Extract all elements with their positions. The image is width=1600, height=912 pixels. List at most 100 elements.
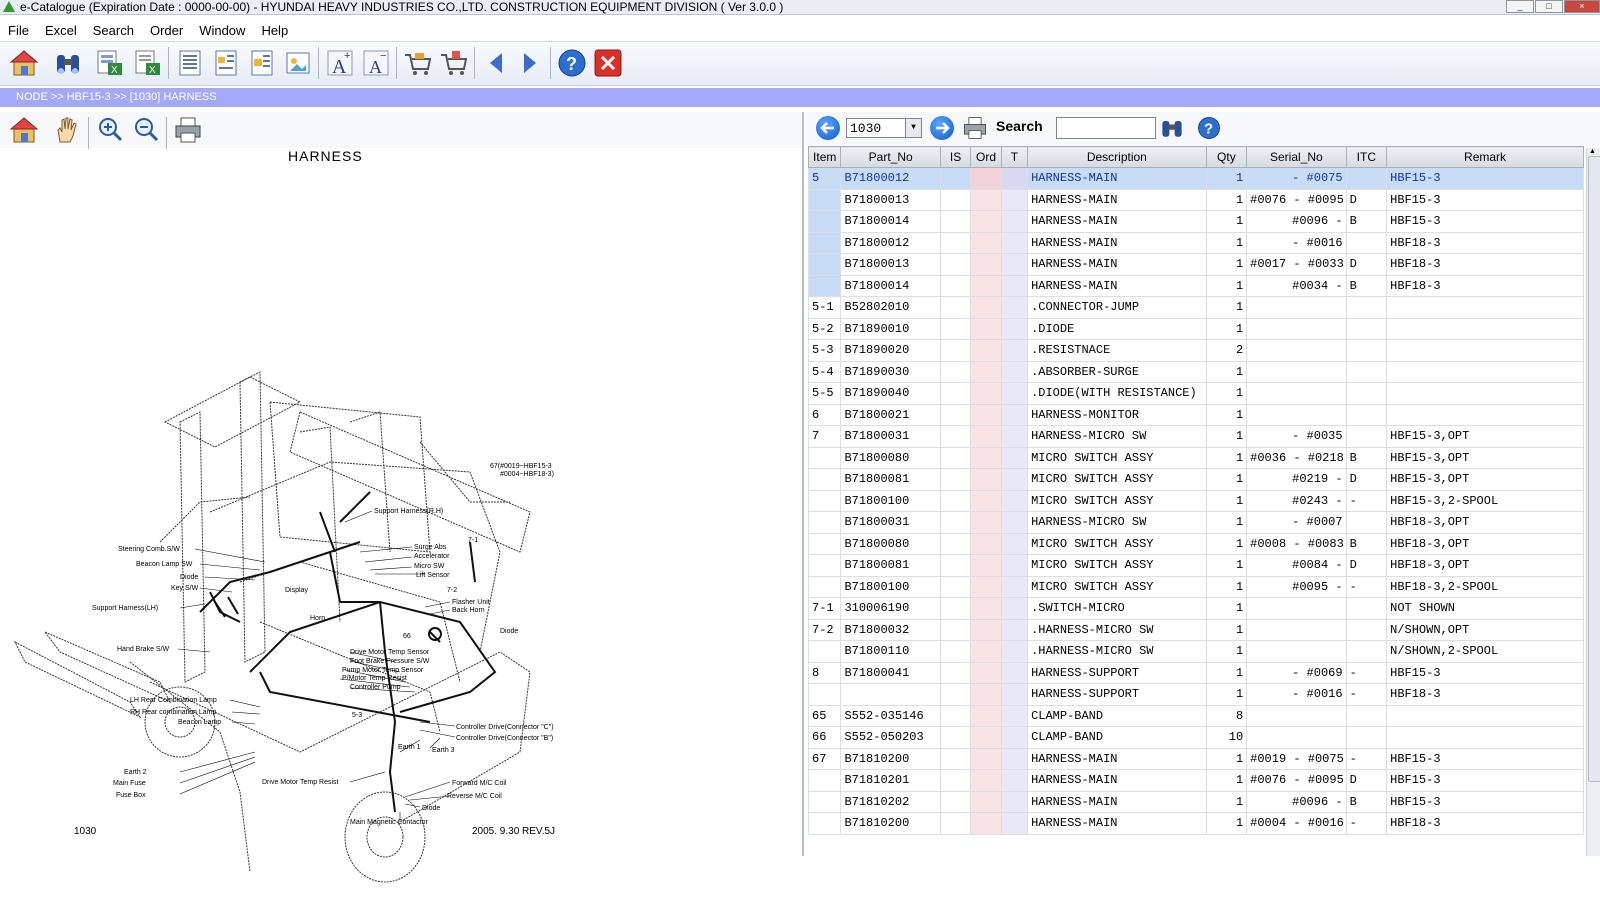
table-row[interactable]: 67 B71810200 HARNESS-MAIN 1 #0019 - #0075- HB… [807,747,1584,770]
cell-serial-no: #0243 - [1246,489,1347,512]
label-beacon-lamp: Beacon Lamp [178,719,221,726]
go-page-button[interactable] [930,116,954,140]
table-row[interactable]: B71800100 MICRO SWITCH ASSY 1 #0095 - - HBF1… [807,575,1584,598]
table-row[interactable]: 7 B71800031 HARNESS-MICRO SW 1- #0035 HBF15-… [807,425,1584,448]
maximize-button[interactable]: □ [1535,0,1563,13]
image-list2-icon[interactable] [246,47,278,79]
cell-serial-no: #0076 - #0095 [1246,769,1347,792]
help-icon[interactable]: ? [556,47,588,79]
table-row[interactable]: B71800100 MICRO SWITCH ASSY 1 #0243 - - HBF1… [807,489,1584,512]
chevron-down-icon[interactable]: ▼ [905,119,921,137]
cell-remark [1386,382,1584,405]
forward-arrow-icon[interactable] [514,47,546,79]
cart-add-icon[interactable] [438,47,470,79]
table-row[interactable]: 5-1 B52802010 .CONNECTOR-JUMP 1 [807,296,1584,319]
menu-file[interactable]: File [0,22,37,40]
cell-qty: 1 [1205,769,1248,792]
font-smaller-icon[interactable]: A − [360,47,392,79]
cell-is [939,210,972,233]
table-row[interactable]: B71800110 .HARNESS-MICRO SW 1 N/SHOWN,2-SPO… [807,640,1584,663]
cell-itc: B [1345,210,1388,233]
home-icon[interactable] [8,47,40,79]
home-icon[interactable] [8,114,40,146]
col-ord[interactable]: Ord [970,146,1002,168]
close-icon[interactable] [592,47,624,79]
table-row[interactable]: B71810200 HARNESS-MAIN 1 #0004 - #0016- HBF1… [807,812,1584,835]
table-row[interactable]: B71800081 MICRO SWITCH ASSY 1 #0219 - D HBF1… [807,468,1584,491]
table-row[interactable]: B71810201 HARNESS-MAIN 1 #0076 - #0095 D HBF1… [807,769,1584,792]
menu-order[interactable]: Order [142,22,191,40]
col-qty[interactable]: Qty [1205,146,1248,168]
col-itc[interactable]: ITC [1345,146,1388,168]
table-row[interactable]: B71800012 HARNESS-MAIN 1- #0016 HBF18-3 [807,231,1584,254]
table-row[interactable]: HARNESS-SUPPORT 1- #0016- HBF18-3 [807,683,1584,706]
excel-export-icon[interactable]: X [94,47,126,79]
window-close-button[interactable]: × [1564,0,1600,13]
menu-excel[interactable]: Excel [37,22,85,40]
table-row[interactable]: B71800080 MICRO SWITCH ASSY 1 #0036 - #0218… [807,446,1584,469]
list-icon[interactable] [174,47,206,79]
help-icon[interactable]: ? [1196,115,1222,141]
table-row[interactable]: 5 B71800012 HARNESS-MAIN 1- #0075 HBF15-3 [807,167,1584,190]
table-row[interactable]: B71800013 HARNESS-MAIN 1 #0076 - #0095 D HBF1… [807,188,1584,211]
binoculars-icon[interactable] [1158,114,1186,142]
table-row[interactable]: B71810202 HARNESS-MAIN 1 #0096 - B HBF15-3 [807,790,1584,813]
col-item[interactable]: Item [807,146,842,168]
cell-t [1000,489,1029,512]
table-row[interactable]: B71800031 HARNESS-MICRO SW 1- #0007 HBF18-3… [807,511,1584,534]
image-list-icon[interactable] [210,47,242,79]
cell-qty: 1 [1205,554,1248,577]
print-icon[interactable] [172,114,204,146]
col-is[interactable]: IS [939,146,972,168]
cell-item [807,683,842,706]
search-input[interactable] [1056,117,1156,139]
table-row[interactable]: 66 S552-050203 CLAMP-BAND 10 [807,726,1584,749]
col-remark[interactable]: Remark [1386,146,1584,168]
scroll-up-icon[interactable]: ▲ [1589,148,1596,155]
zoom-in-icon[interactable] [94,114,126,146]
table-row[interactable]: B71800081 MICRO SWITCH ASSY 1 #0084 - D HBF1… [807,554,1584,577]
table-row[interactable]: B71800014 HARNESS-MAIN 1 #0034 - B HBF18-3 [807,274,1584,297]
col-part-no[interactable]: Part_No [840,146,941,168]
excel-export2-icon[interactable]: X [132,47,164,79]
menu-help[interactable]: Help [253,22,296,40]
minimize-button[interactable]: _ [1506,0,1534,13]
hand-pan-icon[interactable] [50,114,82,146]
back-arrow-icon[interactable] [480,47,512,79]
zoom-out-icon[interactable] [130,114,162,146]
binoculars-icon[interactable] [52,47,84,79]
print-icon[interactable] [961,114,989,142]
cart-icon[interactable] [402,47,434,79]
table-row[interactable]: 6 B71800021 HARNESS-MONITOR 1 [807,403,1584,426]
drawing-revision: 2005. 9.30 REV.5J [472,826,556,837]
col-description[interactable]: Description [1027,146,1207,168]
table-row[interactable]: 5-2 B71890010 .DIODE 1 [807,317,1584,340]
cell-description: HARNESS-MICRO SW [1027,425,1207,448]
table-row[interactable]: 5-3 B71890020 .RESISTNACE 2 [807,339,1584,362]
harness-drawing[interactable]: Steering Comb.S/W Beacon Lamp SW Diode K… [0,252,600,912]
table-row[interactable]: B71800013 HARNESS-MAIN 1 #0017 - #0033 D HBF1… [807,253,1584,276]
table-row[interactable]: B71800080 MICRO SWITCH ASSY 1 #0008 - #0083… [807,532,1584,555]
table-row[interactable]: 7-2 B71800032 .HARNESS-MICRO SW 1 N/SHOWN,OP… [807,618,1584,641]
vertical-scrollbar[interactable]: ▲ [1586,148,1600,856]
table-row[interactable]: 5-5 B71890040 .DIODE(WITH RESISTANCE) 1 [807,382,1584,405]
cell-item [807,210,842,233]
image-icon[interactable] [282,47,314,79]
page-select[interactable]: 1030 ▼ [846,118,922,138]
menu-window[interactable]: Window [191,22,253,40]
cell-ord [970,532,1002,555]
table-row[interactable]: 7-1 310006190 .SWITCH-MICRO 1 NOT SHOWN [807,597,1584,620]
scrollbar-thumb[interactable] [1588,156,1600,782]
table-row[interactable]: 65 S552-035146 CLAMP-BAND 8 [807,704,1584,727]
cell-description: HARNESS-MAIN [1027,769,1207,792]
previous-page-button[interactable] [816,116,840,140]
cell-part-no: B71890030 [840,360,941,383]
table-row[interactable]: B71800014 HARNESS-MAIN 1 #0096 - B HBF15-3 [807,210,1584,233]
font-larger-icon[interactable]: A + [324,47,356,79]
col-t[interactable]: T [1000,146,1029,168]
table-row[interactable]: 8 B71800041 HARNESS-SUPPORT 1- #0069- HBF15-… [807,661,1584,684]
label-7-1: 7-1 [468,537,478,544]
menu-search[interactable]: Search [85,22,142,40]
table-row[interactable]: 5-4 B71890030 .ABSORBER-SURGE 1 [807,360,1584,383]
col-serial-no[interactable]: Serial_No [1246,146,1347,168]
